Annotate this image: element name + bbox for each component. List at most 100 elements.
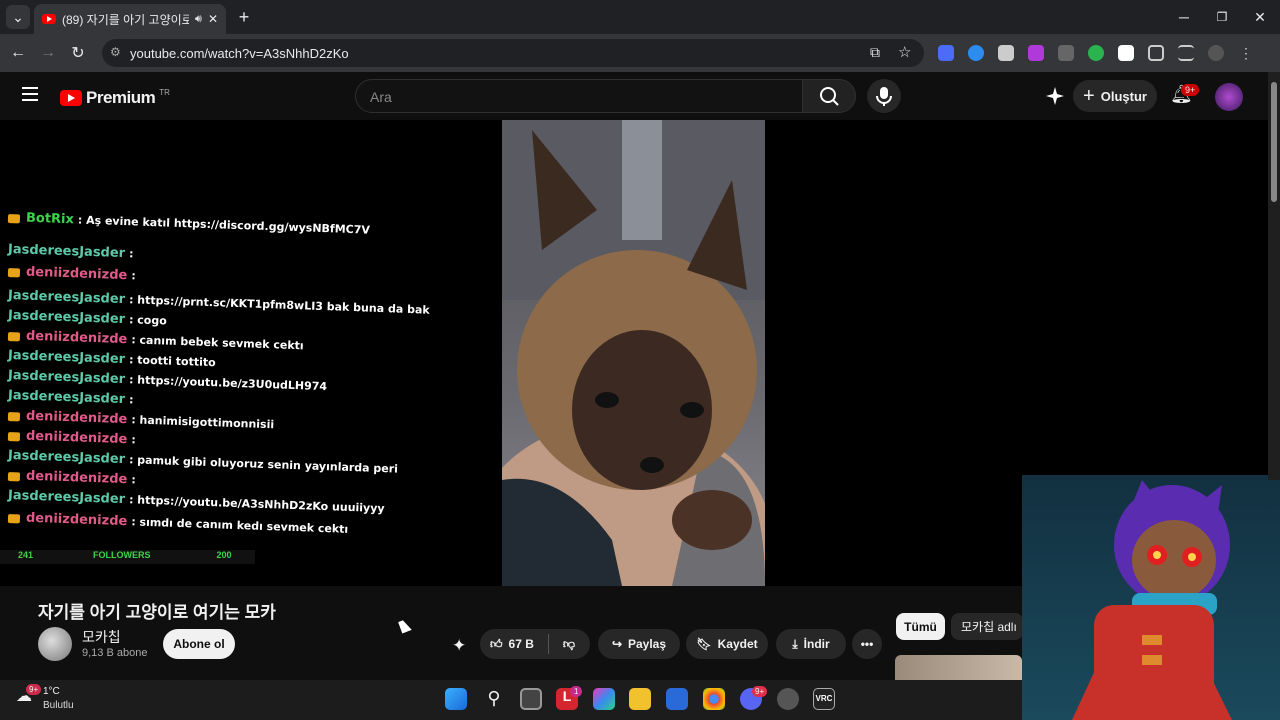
- followers-left-count: 241: [18, 550, 34, 560]
- taskbar-badge-2: 9+: [752, 686, 768, 697]
- chat-text: : https://youtu.be/A3sNhhD2zKo uuuiiyyy: [128, 493, 385, 516]
- chip-channel[interactable]: 모카칩 adlı: [951, 613, 1023, 640]
- chat-username: JasdereesJasder: [7, 488, 126, 508]
- extension-icon[interactable]: [1028, 45, 1044, 61]
- search-icon: [820, 87, 839, 106]
- cat-video-frame[interactable]: [502, 120, 765, 586]
- chat-badge-icon: [7, 513, 21, 523]
- create-label: Oluştur: [1100, 88, 1147, 104]
- dislike-button[interactable]: 👎︎: [563, 637, 575, 652]
- chip-all[interactable]: Tümü: [896, 613, 945, 640]
- url-text: youtube.com/watch?v=A3sNhhD2zKo: [130, 45, 349, 61]
- chat-username: JasdereesJasder: [7, 368, 126, 388]
- ask-sparkle-icon[interactable]: ✦: [452, 636, 466, 656]
- video-title: 자기를 아기 고양이로 여기는 모카: [38, 603, 276, 622]
- create-button[interactable]: + Oluştur: [1073, 80, 1157, 112]
- page-scrollbar[interactable]: [1268, 72, 1280, 480]
- chat-text: : canım bebek sevmek cektı: [131, 333, 304, 353]
- followers-label: FOLLOWERS: [93, 550, 151, 560]
- browser-tab-bar: ⌄ (89) 자기를 아기 고양이로 여 🔊︎ ✕ + ─ ❐ ✕: [0, 0, 1280, 34]
- chat-text: :: [128, 247, 134, 261]
- save-button[interactable]: 🔖︎ Kaydet: [686, 629, 768, 659]
- search-button[interactable]: [802, 79, 856, 113]
- restore-icon[interactable]: ❐: [1210, 5, 1234, 29]
- chat-text: : https://youtu.be/z3U0udLH974: [128, 373, 328, 394]
- microsoft-store-icon[interactable]: [666, 688, 688, 710]
- download-button[interactable]: ⤓ İndir: [776, 629, 846, 659]
- install-app-icon[interactable]: ⧉: [870, 44, 880, 61]
- extension-icon[interactable]: [998, 45, 1014, 61]
- gemini-sparkle-icon[interactable]: [1046, 87, 1064, 105]
- logo-text: Premium: [86, 88, 156, 107]
- channel-avatar[interactable]: [38, 627, 72, 661]
- youtube-premium-logo[interactable]: Premium TR: [60, 88, 170, 108]
- browser-menu-icon[interactable]: ⋮: [1238, 45, 1254, 61]
- chat-username: deniizdenizde: [25, 510, 128, 530]
- chat-username: JasdereesJasder: [7, 448, 126, 468]
- chat-username: deniizdenizde: [25, 328, 128, 348]
- site-info-icon[interactable]: ⚙: [110, 45, 121, 59]
- mouse-cursor-icon: [398, 618, 412, 634]
- extensions-puzzle-icon[interactable]: [1148, 45, 1164, 61]
- subscriber-count: 9,13 B abone: [82, 647, 148, 659]
- share-icon: ↪: [611, 637, 622, 651]
- windows-start-icon[interactable]: [445, 688, 467, 710]
- extension-icon[interactable]: [1118, 45, 1134, 61]
- vtuber-avatar-overlay: [1022, 475, 1280, 720]
- chat-message: deniizdenizde:: [7, 428, 136, 447]
- bookmark-icon: 🔖︎: [696, 637, 712, 651]
- address-bar[interactable]: ⚙ youtube.com/watch?v=A3sNhhD2zKo ⧉ ☆: [102, 39, 924, 67]
- weather-temperature: 1°C: [43, 686, 60, 697]
- chat-username: JasdereesJasder: [7, 388, 126, 408]
- extensions-area: ⋮: [938, 45, 1254, 61]
- browser-tab[interactable]: (89) 자기를 아기 고양이로 여 🔊︎ ✕: [34, 4, 226, 34]
- hamburger-menu-icon[interactable]: [22, 87, 38, 101]
- back-icon[interactable]: ←: [6, 41, 30, 65]
- chat-username: deniizdenizde: [25, 468, 128, 488]
- file-explorer-icon[interactable]: [629, 688, 651, 710]
- extension-icon[interactable]: [938, 45, 954, 61]
- vrchat-icon[interactable]: VRC: [813, 688, 835, 710]
- taskbar-search-icon[interactable]: ⚲: [483, 688, 505, 710]
- plus-icon: +: [1083, 84, 1095, 107]
- bookmark-star-icon[interactable]: ☆: [898, 43, 911, 61]
- speaker-icon[interactable]: 🔊︎: [195, 13, 202, 26]
- minimize-icon[interactable]: ─: [1172, 5, 1196, 29]
- reload-icon[interactable]: ↻: [66, 41, 90, 65]
- scrollbar-thumb[interactable]: [1271, 82, 1277, 202]
- profile-avatar-icon[interactable]: [1208, 45, 1224, 61]
- more-actions-button[interactable]: •••: [852, 629, 882, 659]
- reading-list-icon[interactable]: [1178, 45, 1194, 61]
- window-close-icon[interactable]: ✕: [1248, 5, 1272, 29]
- chat-text: :: [128, 393, 134, 407]
- subscribe-button[interactable]: Abone ol: [163, 629, 235, 659]
- user-avatar[interactable]: [1215, 83, 1243, 111]
- notification-badge: 9+: [1181, 84, 1200, 96]
- search-input[interactable]: Ara: [355, 79, 803, 113]
- chat-message: JasdereesJasder:: [8, 388, 134, 407]
- obs-icon[interactable]: [777, 688, 799, 710]
- download-label: İndir: [803, 637, 830, 651]
- new-tab-icon[interactable]: +: [232, 5, 256, 29]
- extension-icon[interactable]: [1058, 45, 1074, 61]
- tab-close-icon[interactable]: ✕: [208, 12, 218, 26]
- channel-name[interactable]: 모카칩: [82, 627, 121, 647]
- weather-badge: 9+: [26, 684, 42, 695]
- followers-right-count: 200: [216, 550, 232, 560]
- like-dislike-group: 👍︎ 67 B 👎︎: [480, 629, 590, 659]
- task-view-icon[interactable]: [520, 688, 542, 710]
- chat-text: : cogo: [128, 313, 168, 328]
- share-button[interactable]: ↪ Paylaş: [598, 629, 680, 659]
- thumbs-down-icon: 👎︎: [562, 636, 576, 651]
- m365-icon[interactable]: [593, 688, 615, 710]
- shazam-extension-icon[interactable]: [968, 45, 984, 61]
- like-button[interactable]: 👍︎ 67 B: [490, 637, 534, 652]
- tab-search-icon[interactable]: ⌄: [6, 5, 30, 29]
- recommended-video-thumbnail[interactable]: [895, 655, 1022, 680]
- chat-badge-icon: [7, 471, 21, 481]
- vtuber-character-image: [1072, 480, 1232, 720]
- forward-icon[interactable]: →: [36, 41, 60, 65]
- chrome-icon[interactable]: [703, 688, 725, 710]
- extension-icon[interactable]: [1088, 45, 1104, 61]
- voice-search-button[interactable]: [867, 79, 901, 113]
